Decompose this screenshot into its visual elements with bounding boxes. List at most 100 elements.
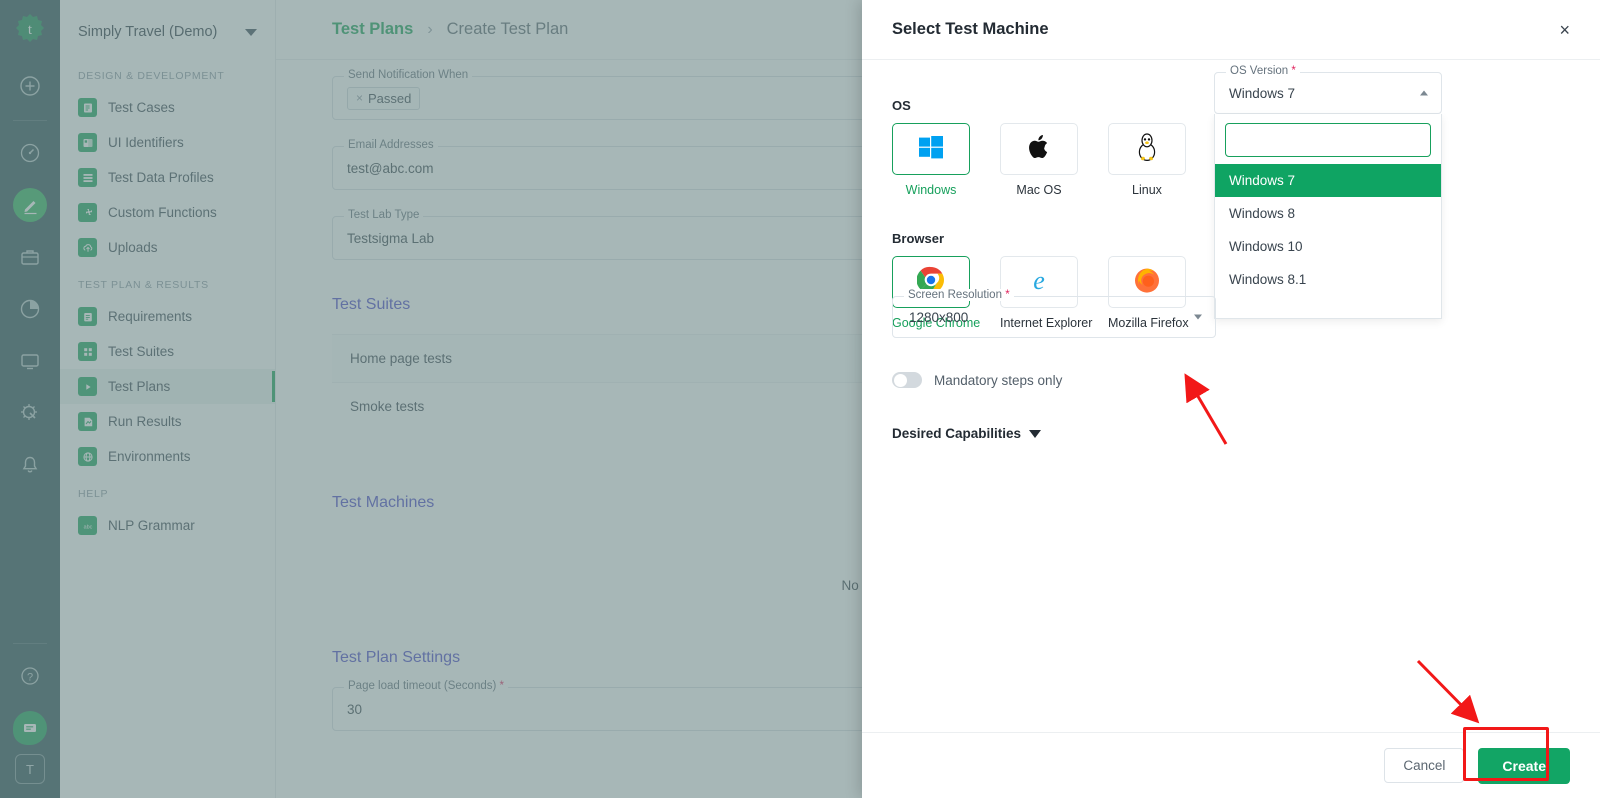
modal-footer: Cancel Create: [862, 732, 1600, 798]
sidebar-item-custom-functions[interactable]: Custom Functions: [60, 195, 275, 230]
sidebar-item-environments[interactable]: Environments: [60, 439, 275, 474]
linux-tile[interactable]: [1108, 123, 1186, 175]
svg-text:?: ?: [27, 672, 33, 684]
environments-icon: [78, 447, 97, 466]
nav-sidebar: Simply Travel (Demo) DESIGN & DEVELOPMEN…: [60, 0, 276, 798]
close-icon[interactable]: ×: [1559, 21, 1570, 39]
screen-resolution-select[interactable]: Screen Resolution * 1280x800: [892, 289, 1216, 338]
desired-capabilities-toggle[interactable]: Desired Capabilities: [892, 426, 1042, 441]
breadcrumb-separator-icon: ›: [427, 20, 433, 38]
mandatory-steps-label: Mandatory steps only: [934, 372, 1063, 388]
page-load-timeout-field[interactable]: Page load timeout (Seconds) * 30: [332, 680, 906, 731]
notification-chip[interactable]: × Passed: [347, 86, 421, 110]
mandatory-steps-toggle[interactable]: [892, 372, 922, 388]
testsigma-logo-icon[interactable]: t: [13, 12, 47, 46]
svg-text:abc: abc: [83, 524, 92, 530]
os-version-option[interactable]: Windows 7: [1215, 164, 1441, 197]
os-version-option[interactable]: Windows 8.1: [1215, 263, 1441, 296]
chevron-up-icon: [1420, 90, 1428, 96]
nlp-grammar-icon: abc: [78, 516, 97, 535]
test-lab-type-value: Testsigma Lab: [347, 230, 435, 246]
sidebar-item-nlp-grammar[interactable]: abc NLP Grammar: [60, 508, 275, 543]
chip-remove-icon[interactable]: ×: [356, 91, 363, 105]
sidebar-item-label: Requirements: [108, 309, 193, 324]
uploads-icon: [78, 238, 97, 257]
settings-icon[interactable]: [13, 396, 47, 430]
breadcrumb-root-link[interactable]: Test Plans: [332, 20, 413, 39]
avatar[interactable]: T: [15, 754, 45, 784]
sidebar-item-label: Environments: [108, 449, 191, 464]
run-results-icon: [78, 412, 97, 431]
app-root: t ? T Simply Travel (Demo) DESIGN & DEVE…: [0, 0, 1600, 798]
sidebar-item-run-results[interactable]: Run Results: [60, 404, 275, 439]
ui-identifiers-icon: [78, 133, 97, 152]
nav-group-title-help: HELP: [78, 488, 109, 500]
screen-resolution-label: Screen Resolution *: [904, 289, 1014, 301]
page-load-timeout-label: Page load timeout (Seconds) *: [344, 680, 508, 692]
test-lab-type-select[interactable]: Test Lab Type Testsigma Lab: [332, 209, 906, 260]
sidebar-item-label: Test Plans: [108, 379, 171, 394]
test-plans-icon: [78, 377, 97, 396]
mandatory-steps-row[interactable]: Mandatory steps only: [892, 372, 1062, 388]
svg-text:e: e: [1033, 266, 1045, 295]
macos-tile[interactable]: [1000, 123, 1078, 175]
sidebar-item-test-plans[interactable]: Test Plans: [60, 369, 275, 404]
modal-title: Select Test Machine: [892, 20, 1049, 38]
os-option-label: Linux: [1132, 183, 1162, 197]
os-version-search-input[interactable]: [1225, 123, 1431, 157]
reports-icon[interactable]: [13, 292, 47, 326]
apple-logo-icon: [1027, 133, 1051, 166]
sidebar-item-ui-identifiers[interactable]: UI Identifiers: [60, 125, 275, 160]
briefcase-icon[interactable]: [13, 240, 47, 274]
sidebar-item-test-cases[interactable]: Test Cases: [60, 90, 275, 125]
requirements-icon: [78, 307, 97, 326]
email-addresses-value: test@abc.com: [347, 160, 434, 176]
page-load-timeout-value: 30: [347, 701, 363, 717]
modal-header: Select Test Machine ×: [862, 0, 1600, 60]
label-text: Page load timeout (Seconds): [348, 680, 497, 692]
project-name: Simply Travel (Demo): [78, 24, 218, 40]
required-marker: *: [499, 680, 504, 692]
help-icon[interactable]: ?: [13, 659, 47, 693]
add-new-icon[interactable]: [13, 69, 47, 103]
sidebar-item-label: UI Identifiers: [108, 135, 184, 150]
required-marker: *: [1291, 65, 1296, 77]
os-option-windows[interactable]: Windows: [892, 123, 970, 197]
dashboard-icon[interactable]: [13, 136, 47, 170]
sidebar-item-test-data-profiles[interactable]: Test Data Profiles: [60, 160, 275, 195]
os-option-linux[interactable]: Linux: [1108, 123, 1186, 197]
create-button[interactable]: Create: [1478, 747, 1570, 784]
os-version-field[interactable]: OS Version * Windows 7: [1214, 65, 1442, 114]
sidebar-item-uploads[interactable]: Uploads: [60, 230, 275, 265]
chat-icon[interactable]: [13, 711, 47, 745]
os-version-option[interactable]: Windows 8: [1215, 197, 1441, 230]
project-picker[interactable]: Simply Travel (Demo): [60, 16, 275, 48]
firefox-logo-icon: [1133, 266, 1161, 299]
sidebar-item-test-suites[interactable]: Test Suites: [60, 334, 275, 369]
os-version-option[interactable]: Windows 10: [1215, 230, 1441, 263]
chip-label: Passed: [368, 90, 412, 106]
internet-explorer-logo-icon: e: [1024, 265, 1054, 300]
test-lab-type-label: Test Lab Type: [344, 209, 424, 221]
windows-tile[interactable]: [892, 123, 970, 175]
icon-rail: t ? T: [0, 0, 60, 798]
toggle-knob: [893, 373, 907, 387]
os-version-select[interactable]: OS Version * Windows 7 Windows 7 Windows…: [1214, 65, 1442, 319]
notifications-icon[interactable]: [13, 448, 47, 482]
send-notification-label: Send Notification When: [344, 69, 473, 81]
monitor-icon[interactable]: [13, 344, 47, 378]
os-option-label: Windows: [905, 183, 957, 197]
sidebar-item-label: Uploads: [108, 240, 158, 255]
cancel-button[interactable]: Cancel: [1384, 748, 1465, 783]
avatar-initial: T: [26, 761, 34, 777]
os-option-macos[interactable]: Mac OS: [1000, 123, 1078, 197]
test-data-profiles-icon: [78, 168, 97, 187]
desired-capabilities-label: Desired Capabilities: [892, 426, 1022, 441]
screen-resolution-field[interactable]: Screen Resolution * 1280x800: [892, 289, 1216, 338]
custom-functions-icon: [78, 203, 97, 222]
design-icon[interactable]: [13, 188, 47, 222]
sidebar-item-label: Test Data Profiles: [108, 170, 214, 185]
sidebar-item-requirements[interactable]: Requirements: [60, 299, 275, 334]
dropdown-bottom-padding: [1215, 296, 1441, 318]
test-suites-icon: [78, 342, 97, 361]
